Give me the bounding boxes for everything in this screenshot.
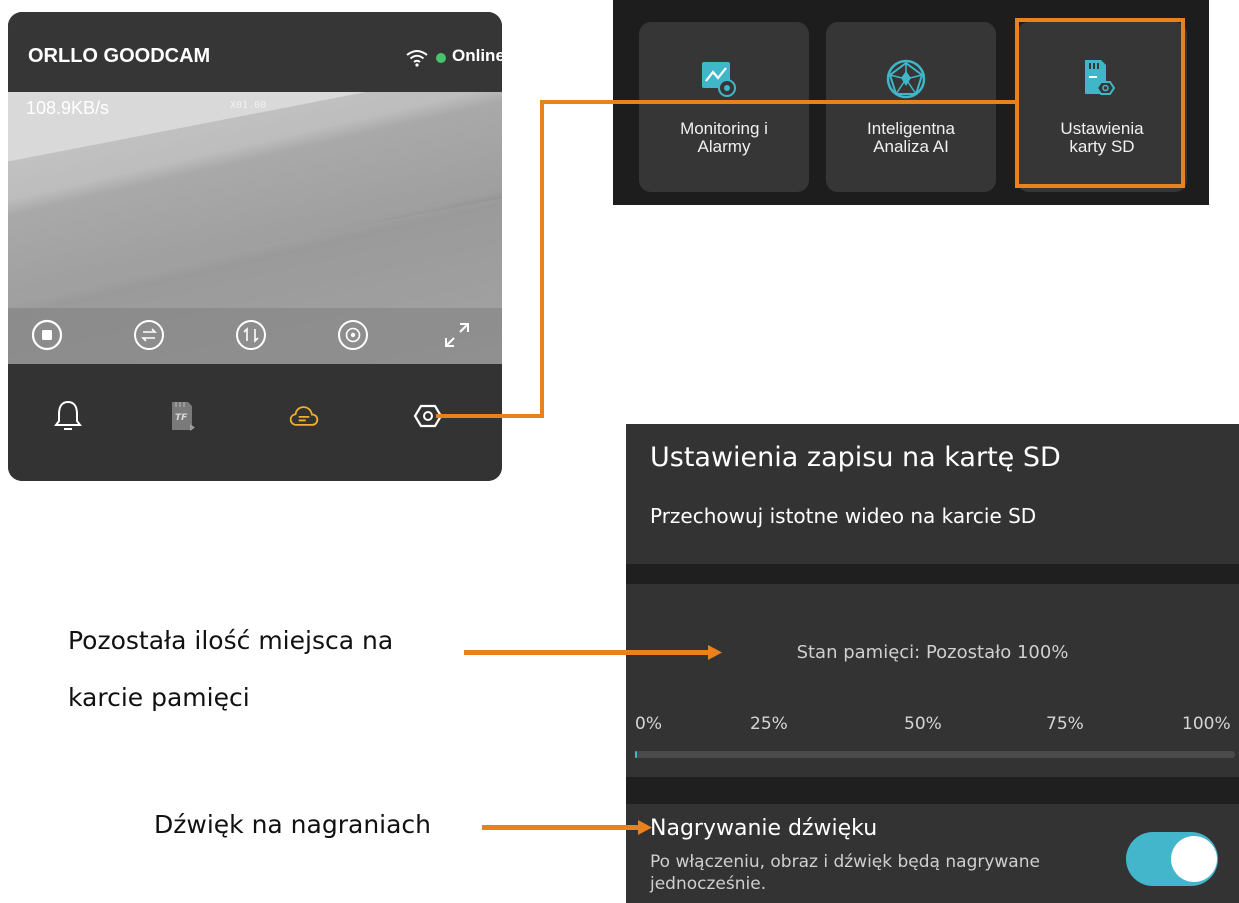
memory-annotation-arrow [464,645,722,660]
audio-recording-title: Nagrywanie dźwięku [650,816,878,841]
monitoring-alarms-card[interactable]: Monitoring i Alarmy [639,22,809,192]
bell-icon[interactable] [52,398,84,434]
camera-panel: ORLLO GOODCAM Online 108.9KB/s X01.00 TF [8,12,502,481]
memory-scale-tick: 50% [904,714,942,734]
camera-header: ORLLO GOODCAM Online [8,12,502,92]
ai-analysis-card[interactable]: Inteligentna Analiza AI [826,22,996,192]
connector-line [540,100,1017,104]
stream-speed: 108.9KB/s [26,98,110,118]
sd-recording-settings-panel: Ustawienia zapisu na kartę SD Przechowuj… [626,424,1239,903]
memory-usage-fill [635,751,637,758]
toggle-knob [1171,836,1217,882]
audio-annotation-arrow [482,820,652,835]
audio-recording-description: Po włączeniu, obraz i dźwięk będą nagryw… [650,852,1040,894]
switch-icon[interactable] [132,318,166,352]
record-icon[interactable] [336,318,370,352]
memory-scale-tick: 75% [1046,714,1084,734]
sd-storage-option[interactable]: Przechowuj istotne wideo na karcie SD [650,504,1036,528]
ptz-icon[interactable] [234,318,268,352]
online-status-text: Online [452,46,502,65]
annotation-memory-line2: karcie pamięci [68,683,250,712]
svg-text:TF: TF [175,413,188,423]
annotation-audio: Dźwięk na nagraniach [154,810,432,839]
tf-card-icon[interactable]: TF [166,398,198,434]
memory-status-section: Stan pamięci: Pozostało 100% 0% 25% 50% … [626,584,1239,777]
monitoring-icon [702,62,736,97]
memory-scale-tick: 100% [1182,714,1231,734]
sd-settings-title: Ustawienia zapisu na kartę SD [650,442,1061,473]
sd-card-settings-highlight [1015,18,1185,188]
card-label: Inteligentna Analiza AI [867,119,955,156]
memory-scale-tick: 25% [750,714,788,734]
wifi-icon [406,50,428,67]
annotation-memory-line1: Pozostała ilość miejsca na [68,626,394,655]
zoom-level: X01.00 [230,100,267,111]
fullscreen-icon[interactable] [440,318,474,352]
connector-line [540,100,544,418]
audio-recording-toggle[interactable] [1126,832,1218,886]
memory-usage-bar [635,751,1235,758]
cloud-icon[interactable] [288,398,320,434]
ai-analysis-icon [886,59,926,99]
camera-title: ORLLO GOODCAM [28,45,211,67]
sd-settings-header: Ustawienia zapisu na kartę SD Przechowuj… [626,424,1239,564]
memory-scale-tick: 0% [635,714,662,734]
live-video-view[interactable]: 108.9KB/s X01.00 [8,92,502,364]
connector-line [436,414,544,418]
stop-icon[interactable] [30,318,64,352]
online-status-dot [436,53,446,63]
card-label: Monitoring i Alarmy [680,119,768,156]
video-control-bar [8,308,502,364]
camera-toolbar: TF [8,364,502,481]
audio-recording-section: Nagrywanie dźwięku Po włączeniu, obraz i… [626,804,1239,903]
